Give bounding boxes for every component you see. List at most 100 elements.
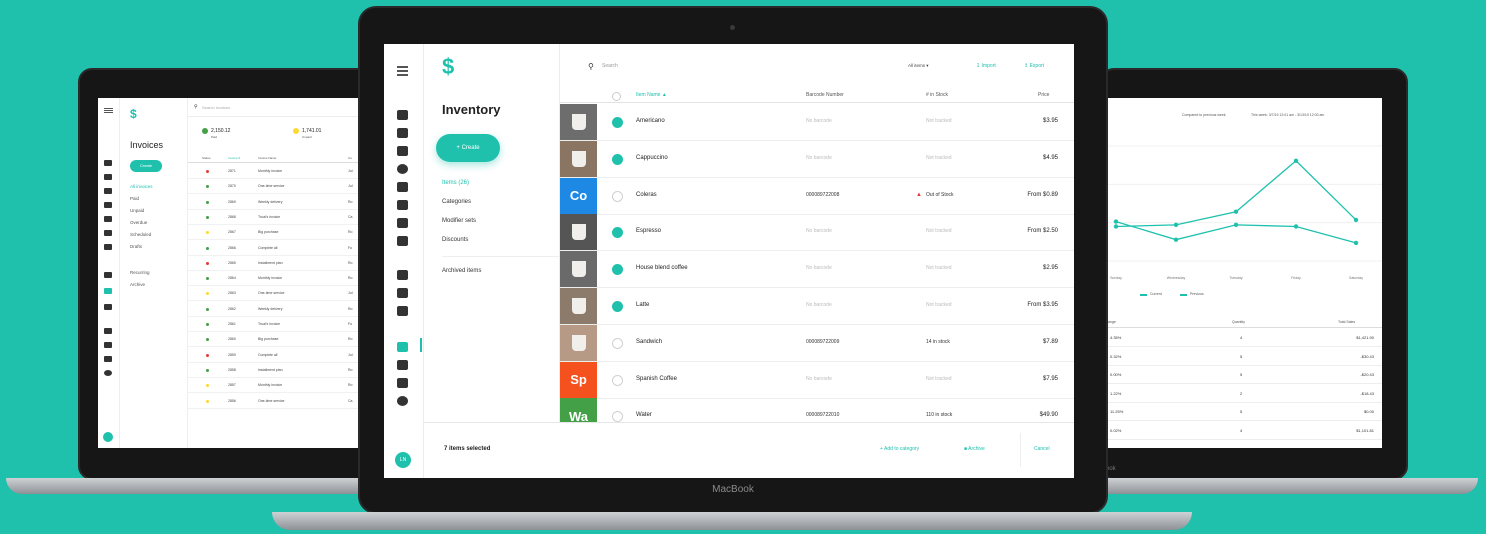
search-input[interactable]: Search invoices <box>202 105 230 110</box>
table-row[interactable]: 2867 Big purchase Ro <box>188 225 360 241</box>
row-checkbox[interactable] <box>612 264 623 276</box>
import-button[interactable]: ↧ Import <box>976 63 996 69</box>
marketing-icon[interactable] <box>397 164 408 174</box>
tag-icon[interactable] <box>104 202 112 208</box>
col-item-name[interactable]: Item Name ▲ <box>636 92 667 98</box>
data-point[interactable] <box>1353 217 1359 223</box>
person-icon[interactable] <box>104 216 112 222</box>
col-invoice-number[interactable]: Invoice # <box>228 156 240 160</box>
create-button[interactable]: Create <box>130 160 162 172</box>
store-icon[interactable] <box>397 360 408 370</box>
data-point[interactable] <box>1173 222 1179 228</box>
table-row[interactable]: 2862 Weekly delivery Ro <box>188 302 360 317</box>
hamburger-icon[interactable] <box>104 108 113 109</box>
inv-nav-item[interactable]: Unpaid <box>130 208 144 213</box>
reports-icon[interactable] <box>397 218 408 228</box>
staff-icon[interactable] <box>397 200 408 210</box>
inv-nav-item[interactable]: Overdue <box>130 220 147 225</box>
store-icon[interactable] <box>104 342 112 348</box>
receipts-icon[interactable] <box>397 306 408 316</box>
row-checkbox[interactable] <box>612 190 623 202</box>
table-row[interactable]: 2859 Complete all Jul <box>188 348 360 363</box>
archive-button[interactable]: ■ Archive <box>964 446 985 452</box>
row-checkbox[interactable] <box>612 227 623 239</box>
table-row[interactable]: Sp Spanish Coffee No barcode Not tracked $7.… <box>560 361 1074 399</box>
col-customer[interactable]: Cu <box>348 156 352 160</box>
documents-icon[interactable] <box>397 236 408 246</box>
calendar-icon[interactable] <box>104 230 112 236</box>
items-icon[interactable] <box>397 146 408 156</box>
orders-icon[interactable] <box>397 182 408 192</box>
table-row[interactable]: 4.35% 4 $1,421.90 <box>1106 329 1382 347</box>
inv-nav-item[interactable]: Drafts <box>130 244 142 249</box>
grid-icon[interactable] <box>104 160 112 166</box>
table-row[interactable]: 0.00% 5 -$20.43 <box>1106 366 1382 384</box>
table-row[interactable]: 2857 Monthly invoice Ro <box>188 378 360 394</box>
table-row[interactable]: 0.32% 5 -$30.43 <box>1106 348 1382 366</box>
row-checkbox[interactable] <box>612 374 623 386</box>
device-icon[interactable] <box>104 328 112 334</box>
col-price[interactable]: Price <box>1038 92 1049 98</box>
create-button[interactable]: + Create <box>436 134 500 162</box>
avatar[interactable]: LN <box>395 452 411 468</box>
clipboard-icon[interactable] <box>104 356 112 362</box>
inv-nav-item[interactable]: All invoices <box>130 184 153 189</box>
row-checkbox[interactable] <box>612 117 623 128</box>
data-point[interactable] <box>1113 224 1119 229</box>
row-checkbox[interactable] <box>612 153 623 165</box>
select-all-checkbox[interactable] <box>612 92 621 101</box>
table-row[interactable]: 2871 Monthly invoice Jul <box>188 164 360 179</box>
inv-nav-item[interactable]: Archive <box>130 282 145 287</box>
table-row[interactable]: Sandwich 000089722009 14 in stock $7.89 <box>560 324 1074 362</box>
invoice-icon[interactable] <box>104 288 112 294</box>
inv-nav-item[interactable]: Paid <box>130 196 139 201</box>
nav-item[interactable]: Categories <box>442 199 471 205</box>
table-row[interactable]: 2856 One-time service Ca <box>188 394 360 409</box>
table-row[interactable]: 2863 One-time service Jul <box>188 286 360 302</box>
export-button[interactable]: ↥ Export <box>1024 63 1044 69</box>
table-row[interactable]: 2869 Weekly delivery Ro <box>188 195 360 210</box>
users-icon[interactable] <box>104 174 112 180</box>
inv-nav-item[interactable]: Scheduled <box>130 232 151 237</box>
table-row[interactable]: 2870 One-time service Jul <box>188 179 360 195</box>
add-to-category-button[interactable]: + Add to category <box>880 446 919 452</box>
row-checkbox[interactable] <box>612 337 623 349</box>
col-barcode[interactable]: Barcode Number <box>806 92 844 98</box>
box-icon[interactable] <box>104 188 112 194</box>
customers-icon[interactable] <box>397 128 408 138</box>
receipt-icon[interactable] <box>104 304 112 310</box>
row-checkbox[interactable] <box>612 301 623 312</box>
col-stock[interactable]: # in Stock <box>926 92 948 98</box>
dashboard-icon[interactable] <box>397 110 408 120</box>
table-row[interactable]: 1.22% 2 -$18.43 <box>1106 385 1382 403</box>
data-point[interactable] <box>1293 158 1299 163</box>
nav-item[interactable]: Items (26) <box>442 180 469 186</box>
table-row[interactable]: 2866 Complete all Fo <box>188 241 360 256</box>
table-row[interactable]: 2861 Trual's invoice Fo <box>188 317 360 332</box>
inv-nav-item[interactable]: Recurring <box>130 270 150 275</box>
data-point[interactable] <box>1293 224 1299 229</box>
nav-item[interactable]: Modifier sets <box>442 218 476 224</box>
filter-dropdown[interactable]: All items ▾ <box>908 63 929 69</box>
nav-item[interactable]: Discounts <box>442 237 468 243</box>
avatar[interactable] <box>103 432 113 442</box>
search-input[interactable]: Search <box>602 63 618 69</box>
data-point[interactable] <box>1233 222 1239 228</box>
date-range-select[interactable]: This week: 3/7/19 12:01 am - 3/13/19 12:… <box>1251 113 1324 117</box>
table-row[interactable]: House blend coffee No barcode Not tracked $… <box>560 251 1074 289</box>
table-row[interactable]: 0.02% 4 $1,101.81 <box>1106 422 1382 440</box>
invoices-icon[interactable] <box>397 288 408 298</box>
data-point[interactable] <box>1113 219 1119 224</box>
gear-icon[interactable] <box>397 396 408 406</box>
nav-archived-items[interactable]: Archived items <box>442 268 481 274</box>
data-point[interactable] <box>1353 240 1359 246</box>
data-point[interactable] <box>1233 209 1239 214</box>
payments-icon[interactable] <box>397 270 408 280</box>
inventory-icon[interactable] <box>397 342 408 352</box>
gear-icon[interactable] <box>104 370 112 376</box>
cancel-button[interactable]: Cancel <box>1034 446 1050 452</box>
table-row[interactable]: 11.25% 5 $0.00 <box>1106 403 1382 421</box>
col-invoice-name[interactable]: Invoice Name <box>258 156 276 160</box>
card-icon[interactable] <box>104 272 112 278</box>
table-row[interactable]: Americano No barcode Not tracked $3.95 <box>560 104 1074 141</box>
